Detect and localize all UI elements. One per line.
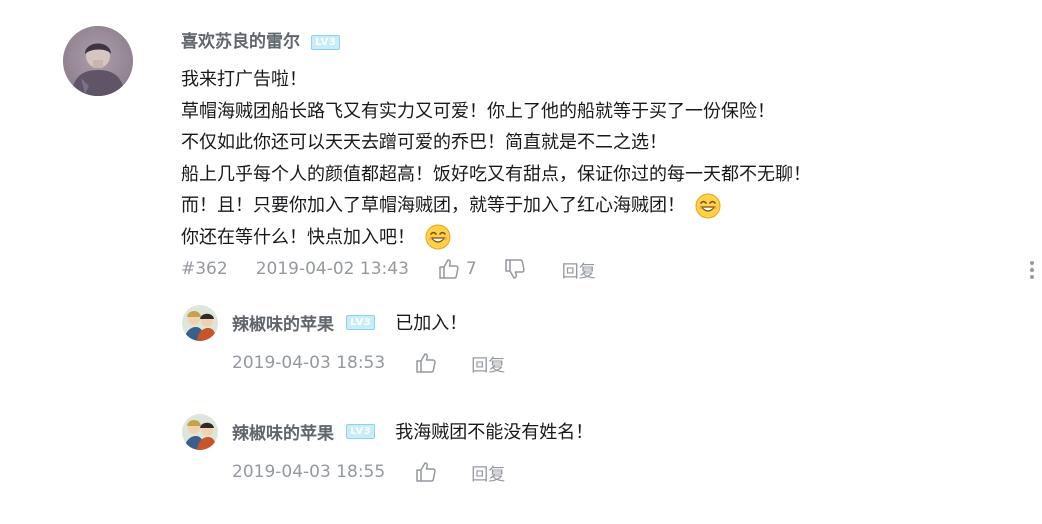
comment-line: 草帽海贼团船长路飞又有实力又可爱！你上了他的船就等于买了一份保险！ <box>181 100 775 122</box>
reply-button[interactable]: 回复 <box>471 351 505 376</box>
reply-avatar[interactable] <box>182 414 218 450</box>
level-badge: LV3 <box>311 34 341 50</box>
comment-time: 2019-04-02 13:43 <box>255 259 409 279</box>
comment-line: 你还在等什么！快点加入吧！ <box>181 226 415 248</box>
comment-line: 船上几乎每个人的颜值都超高！饭好吃又有甜点，保证你过的每一天都不无聊！ <box>181 163 811 185</box>
comment-line-with-emoji: 你还在等什么！快点加入吧！ <box>181 222 941 254</box>
reply-time: 2019-04-03 18:53 <box>232 353 386 373</box>
comment-line-with-emoji: 而！且！只要你加入了草帽海贼团，就等于加入了红心海贼团！ <box>181 190 941 222</box>
comment-body: 我来打广告啦！ 草帽海贼团船长路飞又有实力又可爱！你上了他的船就等于买了一份保险… <box>181 64 941 253</box>
reply-text: 已加入！ <box>395 313 468 334</box>
comment-line: 我来打广告啦！ <box>181 69 307 90</box>
reply-username[interactable]: 辣椒味的苹果 <box>232 310 334 335</box>
thumbs-down-icon[interactable] <box>504 258 526 280</box>
comment-line: 不仅如此你还可以天天去蹭可爱的乔巴！简直就是不二之选！ <box>181 132 667 153</box>
reply-username[interactable]: 辣椒味的苹果 <box>232 419 334 444</box>
reply-meta: 2019-04-03 18:55 回复 <box>232 460 505 485</box>
thumbs-up-icon[interactable] <box>415 461 437 483</box>
reply-header: 辣椒味的苹果 LV3 已加入！ <box>232 309 467 335</box>
commenter-avatar[interactable] <box>63 26 133 96</box>
commenter-header: 喜欢苏良的雷尔 LV3 <box>181 30 341 54</box>
commenter-username[interactable]: 喜欢苏良的雷尔 <box>181 30 300 54</box>
thumbs-up-icon[interactable] <box>438 258 460 280</box>
reply-meta: 2019-04-03 18:53 回复 <box>232 351 505 376</box>
comment-meta: #362 2019-04-02 13:43 7 回复 <box>181 257 596 282</box>
level-badge: LV3 <box>346 423 376 439</box>
reply-button[interactable]: 回复 <box>471 460 505 485</box>
reply-header: 辣椒味的苹果 LV3 我海贼团不能没有姓名！ <box>232 418 593 444</box>
level-badge: LV3 <box>346 314 376 330</box>
more-vertical-icon[interactable] <box>1024 258 1040 282</box>
like-count: 7 <box>465 259 477 279</box>
reply-text: 我海贼团不能没有姓名！ <box>395 422 594 443</box>
smiling-face-emoji-icon <box>695 193 721 219</box>
floor-number: #362 <box>181 259 228 279</box>
comment-line: 而！且！只要你加入了草帽海贼团，就等于加入了红心海贼团！ <box>181 195 685 216</box>
smiling-face-emoji-icon <box>425 224 451 250</box>
thumbs-up-icon[interactable] <box>415 352 437 374</box>
reply-button[interactable]: 回复 <box>562 257 596 282</box>
reply-avatar[interactable] <box>182 305 218 341</box>
reply-time: 2019-04-03 18:55 <box>232 462 386 482</box>
